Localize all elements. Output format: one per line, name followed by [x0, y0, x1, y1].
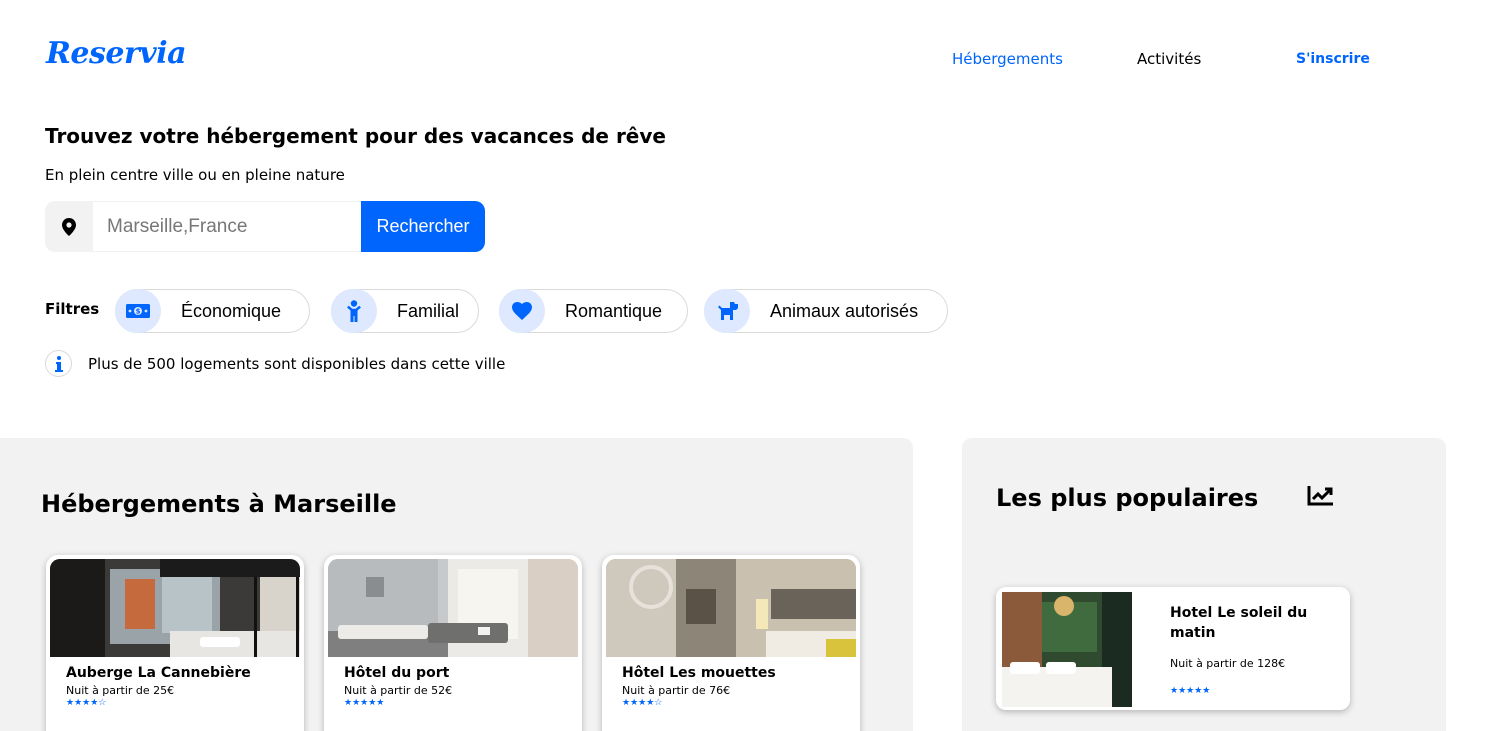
- chart-line-icon: [1307, 485, 1334, 511]
- hotel-image: [50, 559, 300, 657]
- hero-subtitle: En plein centre ville ou en pleine natur…: [45, 166, 345, 184]
- info-text: Plus de 500 logements sont disponibles d…: [88, 354, 506, 373]
- child-icon: [331, 289, 377, 333]
- rating-stars: ★★★★☆: [66, 698, 107, 708]
- money-bill-icon: $: [115, 289, 161, 333]
- hotel-image: [1002, 592, 1132, 707]
- filters-label: Filtres: [45, 300, 100, 318]
- filter-animaux[interactable]: Animaux autorisés: [704, 289, 948, 333]
- hotel-image: [606, 559, 856, 657]
- hebergements-title: Hébergements à Marseille: [41, 490, 397, 518]
- heart-icon: [499, 289, 545, 333]
- search-button[interactable]: Rechercher: [361, 201, 485, 252]
- hotel-price: Nuit à partir de 25€: [66, 684, 175, 697]
- filter-romantique[interactable]: Romantique: [499, 289, 688, 333]
- rating-stars: ★★★★★: [1170, 686, 1211, 696]
- nav-inscrire[interactable]: S'inscrire: [1296, 51, 1370, 67]
- rating-stars: ★★★★☆: [622, 698, 663, 708]
- filter-label: Romantique: [565, 300, 663, 321]
- hebergement-card[interactable]: Auberge La Cannebière Nuit à partir de 2…: [46, 555, 304, 731]
- location-pin-icon: [45, 201, 93, 252]
- hotel-price: Nuit à partir de 76€: [622, 684, 731, 697]
- filter-label: Familial: [397, 300, 460, 321]
- filter-familial[interactable]: Familial: [331, 289, 479, 333]
- popular-card[interactable]: Hotel Le soleil du matin Nuit à partir d…: [996, 587, 1350, 710]
- hotel-image: [328, 559, 578, 657]
- hotel-name: Auberge La Cannebière: [66, 665, 251, 681]
- rating-stars: ★★★★★: [344, 698, 385, 708]
- hebergement-card[interactable]: Hôtel Les mouettes Nuit à partir de 76€ …: [602, 555, 860, 731]
- info-line: Plus de 500 logements sont disponibles d…: [45, 350, 505, 377]
- nav-hebergements[interactable]: Hébergements: [952, 50, 1063, 68]
- hotel-price: Nuit à partir de 128€: [1170, 657, 1286, 670]
- dog-icon: [704, 289, 750, 333]
- filter-label: Économique: [181, 300, 282, 321]
- search-input[interactable]: [93, 201, 361, 252]
- svg-text:$: $: [136, 308, 141, 316]
- hotel-name: Hôtel du port: [344, 665, 450, 681]
- hotel-name: Hotel Le soleil du matin: [1170, 605, 1308, 641]
- filter-label: Animaux autorisés: [770, 300, 919, 321]
- hero-title: Trouvez votre hébergement pour des vacan…: [45, 124, 666, 148]
- logo[interactable]: Reservia: [46, 36, 187, 71]
- nav-activites[interactable]: Activités: [1137, 50, 1201, 68]
- populaires-title: Les plus populaires: [996, 484, 1259, 512]
- hebergement-card[interactable]: Hôtel du port Nuit à partir de 52€ ★★★★★: [324, 555, 582, 731]
- hotel-name: Hôtel Les mouettes: [622, 665, 776, 681]
- filter-economique[interactable]: $ Économique: [115, 289, 310, 333]
- info-icon: [45, 350, 72, 377]
- search-bar: Rechercher: [45, 201, 485, 252]
- hotel-price: Nuit à partir de 52€: [344, 684, 453, 697]
